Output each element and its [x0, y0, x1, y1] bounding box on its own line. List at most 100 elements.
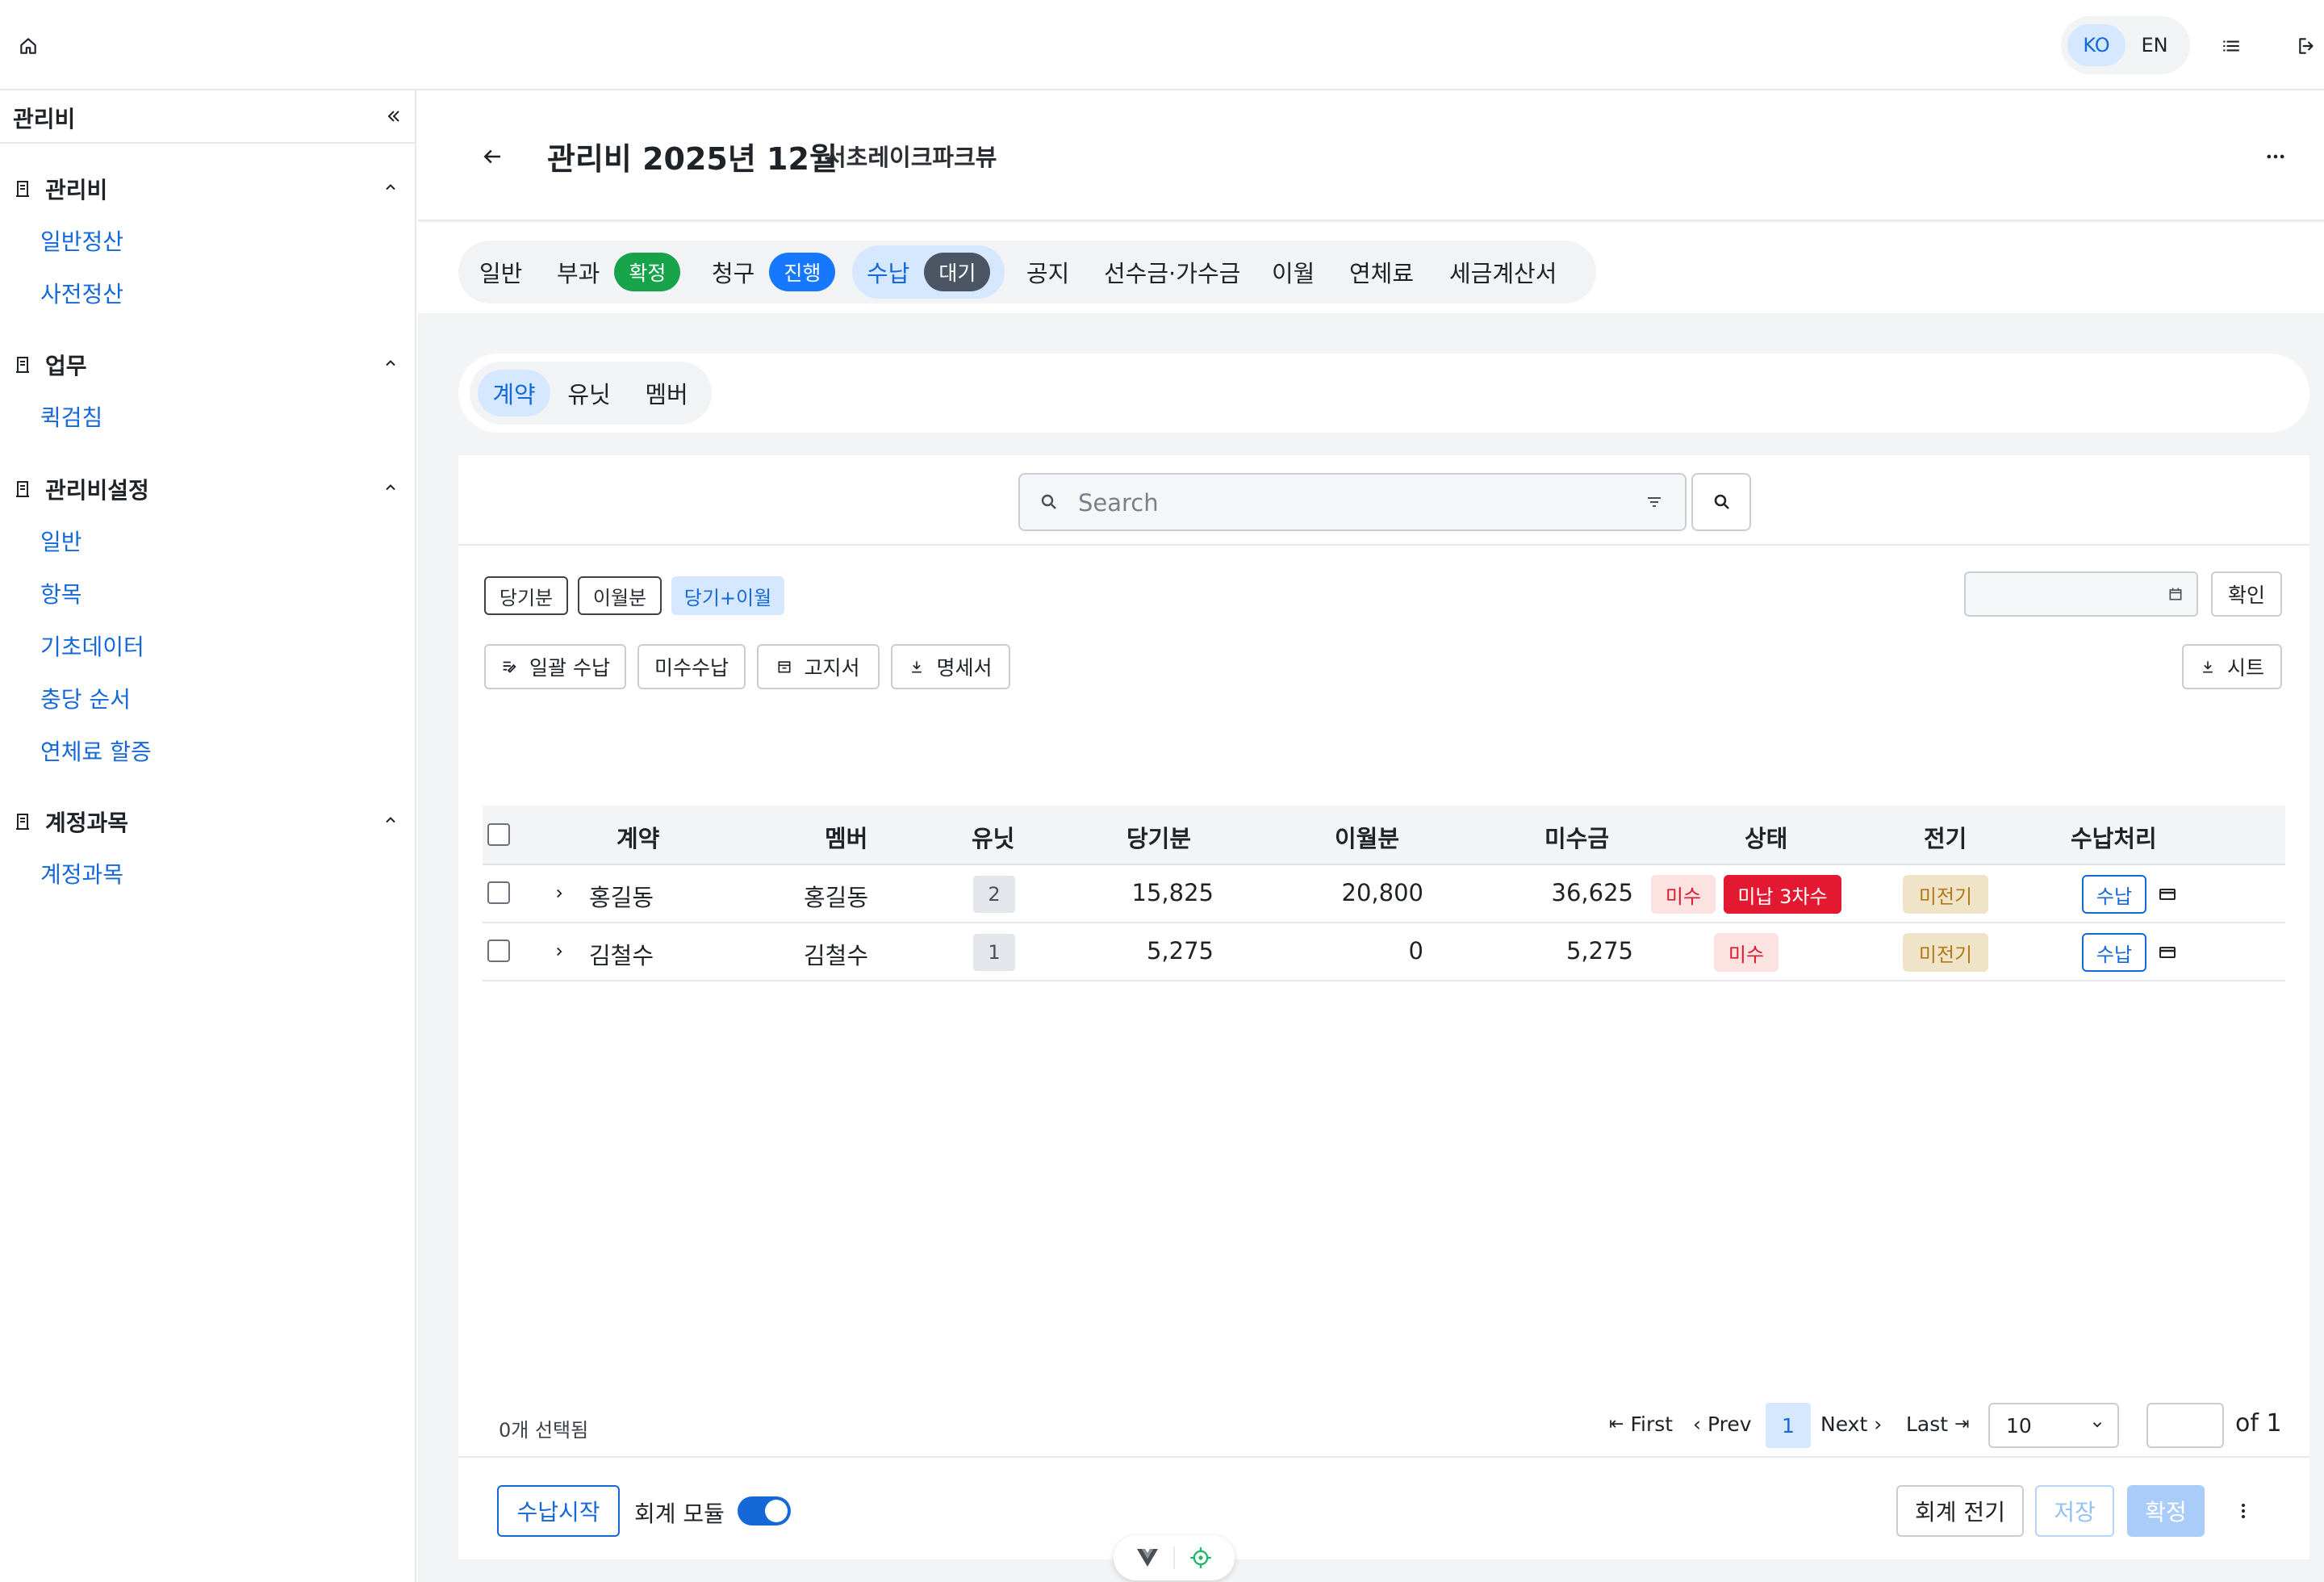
filter-icon[interactable] [1645, 492, 1664, 512]
calendar-icon [2167, 586, 2184, 602]
filter-current-plus-carried[interactable]: 당기+이월 [671, 576, 784, 615]
col-posting: 전기 [1924, 825, 1967, 852]
chevron-left-icon: ‹ [1693, 1412, 1701, 1436]
unpaid-amount: 5,275 [1565, 937, 1633, 965]
page-size-value: 10 [2006, 1414, 2032, 1438]
search-row: Search [458, 455, 2309, 546]
status-tabs: 일반 부과 확정 청구 진행 수납 대기 공지 선수금·가수금 이월 연체료 세금계산… [458, 241, 1596, 303]
sidebar-group-label: 관리비설정 [45, 477, 149, 504]
accounting-post-button[interactable]: 회계 전기 [1896, 1485, 2024, 1537]
sidebar-item-allocation-order[interactable]: 충당 순서 [40, 682, 131, 714]
col-unit: 유닛 [972, 825, 1015, 852]
more-vertical-icon[interactable] [2234, 1500, 2253, 1522]
inspect-target-icon[interactable] [1189, 1546, 1212, 1569]
table-header: 계약 멤버 유닛 당기분 이월분 미수금 상태 전기 수납처리 [483, 806, 2285, 865]
table-row[interactable]: 홍길동 홍길동 2 15,825 20,800 36,625 미수 미납 3차수… [483, 865, 2285, 923]
sidebar-group-work[interactable]: 업무 [13, 349, 87, 381]
chevron-up-icon[interactable] [382, 479, 399, 496]
list-icon[interactable] [2217, 32, 2245, 60]
start-collection-button[interactable]: 수납시작 [497, 1485, 620, 1537]
unit-count-badge: 2 [973, 876, 1015, 913]
confirm-button[interactable]: 확정 [2127, 1485, 2205, 1537]
dev-toolbar [1114, 1535, 1235, 1580]
lang-ko-button[interactable]: KO [2067, 24, 2125, 66]
tab-carryover[interactable]: 이월 [1272, 241, 1315, 303]
card-icon[interactable] [2158, 943, 2177, 962]
current-page-button[interactable]: 1 [1766, 1403, 1811, 1448]
tab-collection[interactable]: 수납 대기 [852, 245, 1005, 299]
sidebar-item-items[interactable]: 항목 [40, 577, 82, 609]
search-icon [1712, 492, 1732, 512]
tab-tax-invoice[interactable]: 세금계산서 [1449, 241, 1557, 303]
lang-en-button[interactable]: EN [2125, 24, 2184, 66]
logout-icon[interactable] [2293, 32, 2321, 60]
tab-member[interactable]: 멤버 [634, 370, 699, 416]
prev-page-button[interactable]: ‹ Prev [1693, 1412, 1752, 1436]
member-name: 김철수 [804, 942, 869, 969]
pay-button[interactable]: 수납 [2082, 875, 2146, 914]
tab-advances[interactable]: 선수금·가수금 [1104, 241, 1240, 303]
accounting-module-toggle[interactable] [738, 1496, 791, 1526]
filter-carried[interactable]: 이월분 [578, 576, 662, 615]
notice-button[interactable]: 고지서 [757, 644, 880, 689]
first-page-button[interactable]: ⇤ First [1609, 1412, 1673, 1436]
first-page-icon: ⇤ [1609, 1414, 1624, 1434]
expand-chevron-icon[interactable] [552, 944, 566, 959]
tab-contract[interactable]: 계약 [478, 370, 550, 416]
tab-label: 청구 [712, 260, 755, 287]
home-icon[interactable] [15, 32, 42, 60]
unpaid-pay-button[interactable]: 미수수납 [637, 644, 746, 689]
pay-button[interactable]: 수납 [2082, 933, 2146, 972]
posting-badge: 미전기 [1903, 875, 1988, 914]
sidebar-item-pre-settlement[interactable]: 사전정산 [40, 277, 123, 309]
expand-chevron-icon[interactable] [552, 886, 566, 901]
row-checkbox[interactable] [487, 940, 510, 962]
statement-button[interactable]: 명세서 [891, 644, 1010, 689]
collapse-sidebar-icon[interactable] [382, 105, 405, 128]
filter-current[interactable]: 당기분 [484, 576, 568, 615]
pager-label: Next [1820, 1412, 1868, 1436]
tab-late-fee[interactable]: 연체료 [1349, 241, 1414, 303]
page-size-select[interactable]: 10 [1988, 1403, 2119, 1448]
last-page-button[interactable]: Last ⇥ [1906, 1412, 1970, 1436]
sidebar-item-general-settlement[interactable]: 일반정산 [40, 224, 123, 257]
sidebar-group-label: 업무 [45, 353, 87, 379]
tab-unit[interactable]: 유닛 [557, 370, 621, 416]
tab-notice[interactable]: 공지 [1026, 241, 1069, 303]
sidebar-item-late-fee-surcharge[interactable]: 연체료 할증 [40, 734, 152, 767]
vue-logo-icon[interactable] [1136, 1548, 1159, 1567]
search-button[interactable] [1691, 473, 1751, 531]
sidebar-group-accounts[interactable]: 계정과목 [13, 806, 128, 838]
sidebar-group-fees[interactable]: 관리비 [13, 173, 107, 205]
complex-name: 서초레이크파크뷰 [825, 144, 997, 171]
unit-count-badge: 1 [973, 934, 1015, 971]
sidebar-item-quick-reading[interactable]: 퀵검침 [40, 400, 102, 433]
tab-levy[interactable]: 부과 확정 [557, 241, 681, 303]
tab-general[interactable]: 일반 [479, 241, 522, 303]
select-all-checkbox[interactable] [487, 823, 510, 846]
chevron-up-icon[interactable] [382, 812, 399, 828]
sidebar-item-base-data[interactable]: 기초데이터 [40, 630, 144, 662]
chevron-up-icon[interactable] [382, 355, 399, 371]
tab-billing[interactable]: 청구 진행 [712, 241, 836, 303]
sheet-download-button[interactable]: 시트 [2182, 644, 2282, 689]
row-checkbox[interactable] [487, 881, 510, 904]
status-badge: 확정 [614, 253, 681, 291]
chevron-up-icon[interactable] [382, 179, 399, 195]
search-input[interactable]: Search [1018, 473, 1687, 531]
table-row[interactable]: 김철수 김철수 1 5,275 0 5,275 미수 미전기 수납 [483, 923, 2285, 981]
bulk-pay-button[interactable]: 일괄 수납 [484, 644, 626, 689]
sidebar-item-accounts[interactable]: 계정과목 [40, 857, 123, 889]
next-page-button[interactable]: Next › [1820, 1412, 1882, 1436]
card-icon[interactable] [2158, 885, 2177, 904]
view-tabs-group: 계약 유닛 멤버 [470, 362, 712, 425]
date-picker[interactable] [1964, 571, 2198, 617]
status-badge-unpaid: 미수 [1714, 933, 1779, 972]
sidebar-group-fee-settings[interactable]: 관리비설정 [13, 473, 149, 505]
back-arrow-icon[interactable] [476, 140, 508, 173]
more-horizontal-icon[interactable] [2259, 140, 2292, 173]
page-jump-input[interactable] [2146, 1403, 2224, 1448]
sidebar-item-general[interactable]: 일반 [40, 525, 82, 557]
save-button[interactable]: 저장 [2035, 1485, 2114, 1537]
confirm-date-button[interactable]: 확인 [2211, 571, 2282, 617]
